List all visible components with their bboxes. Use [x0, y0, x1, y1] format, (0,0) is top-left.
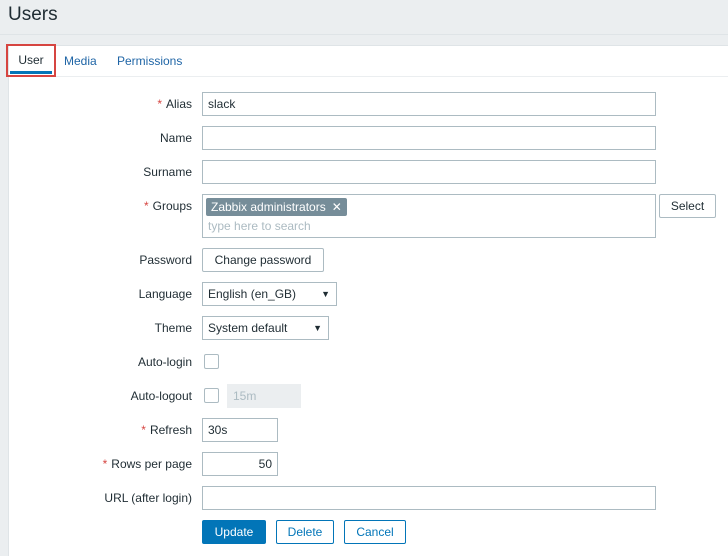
language-label: Language — [138, 287, 192, 301]
update-button[interactable]: Update — [202, 520, 266, 544]
group-chip-label: Zabbix administrators — [211, 200, 326, 214]
name-input[interactable] — [202, 126, 656, 150]
groups-label: * Groups — [143, 199, 192, 213]
groups-multiselect[interactable]: Zabbix administrators ✕ type here to sear… — [202, 194, 656, 238]
alias-input[interactable]: slack — [202, 92, 656, 116]
close-icon[interactable]: ✕ — [332, 200, 342, 214]
autologout-label: Auto-logout — [130, 389, 192, 403]
tab-user[interactable]: User — [6, 44, 56, 77]
password-label: Password — [139, 253, 192, 267]
group-chip: Zabbix administrators ✕ — [206, 198, 347, 216]
theme-select-value: System default — [208, 321, 288, 335]
chevron-down-icon: ▼ — [321, 289, 330, 299]
autologin-checkbox[interactable] — [204, 354, 219, 369]
required-asterisk: * — [143, 199, 149, 213]
rows-per-page-input[interactable]: 50 — [202, 452, 278, 476]
groups-select-button[interactable]: Select — [659, 194, 716, 218]
required-asterisk: * — [102, 457, 108, 471]
refresh-input[interactable]: 30s — [202, 418, 278, 442]
user-form-panel: User Media Permissions * Alias slack Name… — [6, 44, 728, 556]
theme-label: Theme — [154, 321, 192, 335]
delete-button[interactable]: Delete — [276, 520, 334, 544]
surname-input[interactable] — [202, 160, 656, 184]
language-select-value: English (en_GB) — [208, 287, 297, 301]
groups-search-input[interactable]: type here to search — [208, 219, 311, 233]
autologin-label: Auto-login — [137, 355, 192, 369]
autologout-input: 15m — [227, 384, 301, 408]
required-asterisk: * — [157, 97, 162, 111]
autologout-checkbox[interactable] — [204, 388, 219, 403]
url-label: URL (after login) — [104, 491, 192, 505]
tab-user-label: User — [18, 53, 44, 67]
tab-permissions[interactable]: Permissions — [117, 46, 182, 77]
name-label: Name — [159, 131, 192, 145]
alias-label: * Alias — [157, 97, 192, 111]
page-title: Users — [8, 4, 58, 25]
tab-bar: User Media Permissions — [6, 44, 728, 77]
language-select[interactable]: English (en_GB) ▼ — [202, 282, 337, 306]
change-password-button[interactable]: Change password — [202, 248, 324, 272]
refresh-label: * Refresh — [141, 423, 192, 437]
required-asterisk: * — [141, 423, 146, 437]
theme-select[interactable]: System default ▼ — [202, 316, 329, 340]
chevron-down-icon: ▼ — [313, 323, 322, 333]
rows-per-page-label: * Rows per page — [102, 457, 192, 471]
tab-media[interactable]: Media — [64, 46, 97, 77]
cancel-button[interactable]: Cancel — [344, 520, 406, 544]
surname-label: Surname — [143, 165, 192, 179]
url-input[interactable] — [202, 486, 656, 510]
active-tab-indicator — [10, 71, 52, 74]
title-divider — [0, 34, 728, 35]
